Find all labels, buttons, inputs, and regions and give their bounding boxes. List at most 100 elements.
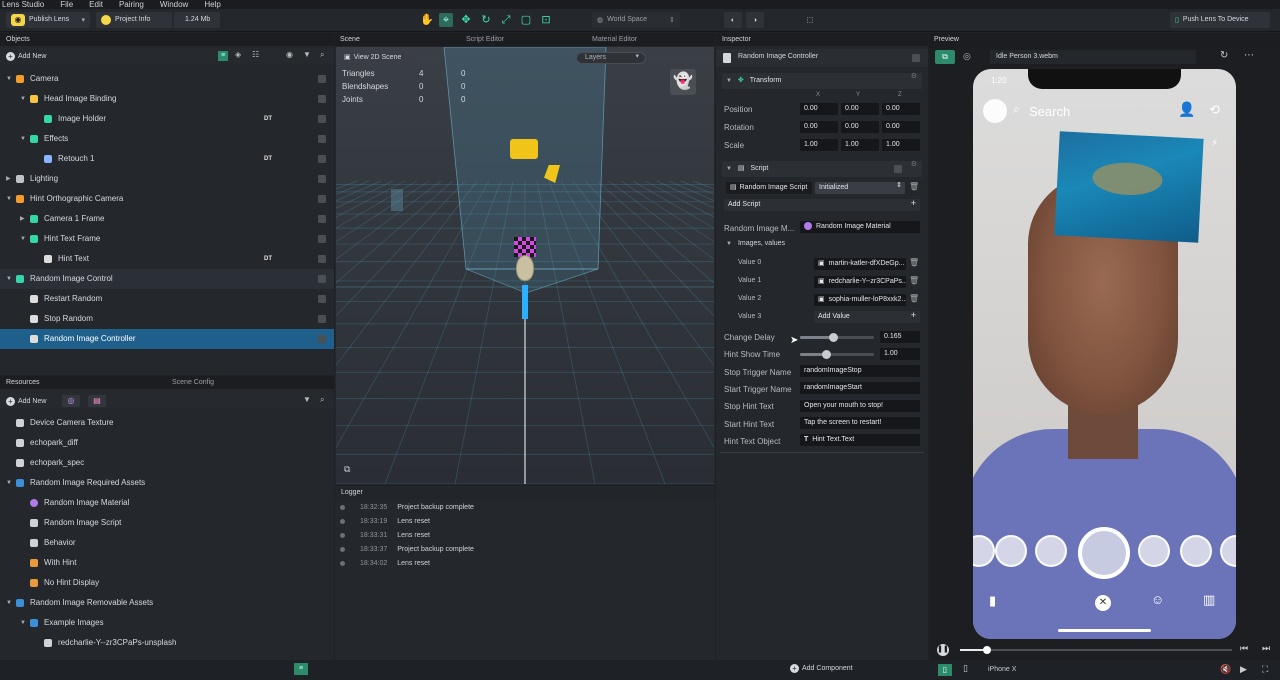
object-tree-row[interactable]: ▼ Random Image Control (0, 269, 334, 289)
mute-icon[interactable]: 🔇 (1220, 665, 1231, 674)
images-values-toggle[interactable]: ▼ Images, values (726, 240, 785, 247)
script-asset-field[interactable]: ▤ Random Image Script (726, 182, 812, 194)
search-icon[interactable]: ⌕ (320, 51, 324, 59)
filter-icon[interactable]: ▼ (303, 396, 311, 404)
resource-row[interactable]: Random Image Script (0, 513, 334, 533)
camera-gizmo-icon[interactable] (510, 139, 538, 159)
search-icon[interactable]: ⌕ (320, 396, 324, 404)
transform-section-header[interactable]: ▼ ✥ Transform ⚙ (722, 73, 922, 89)
list-view-icon[interactable]: ≡ (218, 51, 228, 61)
chevron-down-icon[interactable]: ▼ (6, 269, 12, 289)
tab-material-editor[interactable]: Material Editor (592, 33, 637, 46)
chevron-right-icon[interactable]: ▶ (6, 169, 11, 189)
trash-icon[interactable]: 🗑 (909, 295, 919, 303)
resource-row[interactable]: Behavior (0, 533, 334, 553)
resource-row[interactable]: With Hint (0, 553, 334, 573)
import-icon[interactable]: ▤ (88, 395, 106, 407)
rotation-y-field[interactable]: 0.00 (841, 121, 879, 133)
object-tree-row[interactable]: ▼ Hint Orthographic Camera (0, 189, 334, 209)
object-tree-row[interactable]: ▶ Camera 1 Frame (0, 209, 334, 229)
object-enabled-checkbox[interactable] (318, 195, 326, 203)
image-value-field[interactable]: ▣ martin-katler-dfXDeGp... (814, 258, 906, 270)
chevron-down-icon[interactable]: ▼ (20, 89, 26, 109)
close-lens-icon[interactable]: ✕ (1095, 595, 1111, 611)
position-y-field[interactable]: 0.00 (841, 103, 879, 115)
gizmo-settings-icon[interactable]: ⧉ (344, 465, 350, 474)
menu-edit[interactable]: Edit (87, 0, 105, 9)
resource-row[interactable]: ▼ Example Images (0, 613, 334, 633)
hint-text-object-field[interactable]: T Hint Text.Text (800, 434, 920, 446)
playback-track[interactable] (960, 646, 1232, 654)
object-enabled-checkbox[interactable] (318, 75, 326, 83)
device-select[interactable]: iPhone X (988, 666, 1016, 673)
tab-resources[interactable]: Resources (6, 376, 39, 389)
project-info-button[interactable]: Project Info (96, 12, 172, 28)
object-enabled-checkbox[interactable] (318, 135, 326, 143)
resource-row[interactable]: ▼ Random Image Removable Assets (0, 593, 334, 613)
object-tree-row[interactable]: ▼ Head Image Binding (0, 89, 334, 109)
memories-icon[interactable]: ▮ (989, 594, 996, 607)
scale-x-field[interactable]: 1.00 (800, 139, 838, 151)
chevron-down-icon[interactable]: ▼ (6, 189, 12, 209)
refresh-icon[interactable]: ↻ (1220, 51, 1228, 61)
object-enabled-checkbox[interactable] (318, 175, 326, 183)
pair-button[interactable]: ◑ (746, 12, 764, 28)
head-mesh-gizmo[interactable] (516, 255, 534, 281)
chevron-down-icon[interactable]: ▼ (6, 69, 12, 89)
tab-scene[interactable]: Scene (340, 33, 360, 46)
filter-icon[interactable]: ▼ (303, 51, 311, 59)
playback-handle[interactable] (983, 646, 992, 654)
layers-select[interactable]: Layers ▾ (576, 52, 646, 64)
lens-carousel-item[interactable] (1035, 535, 1067, 567)
object-tree-row[interactable]: ▼ Hint Text Frame (0, 229, 334, 249)
flip-camera-icon[interactable]: ⟲ (1209, 103, 1220, 116)
start-trigger-field[interactable]: randomImageStart (800, 382, 920, 394)
push-lens-button[interactable]: ▯ Push Lens To Device (1170, 12, 1270, 28)
stop-hint-field[interactable]: Open your mouth to stop! (800, 400, 920, 412)
trash-icon[interactable]: 🗑 (909, 277, 919, 285)
object-enabled-checkbox[interactable] (318, 155, 326, 163)
preview-mode-icon[interactable]: ⧉ (935, 50, 955, 64)
chevron-down-icon[interactable]: ▼ (726, 78, 732, 84)
device-frame-icon[interactable]: ▯ (938, 664, 952, 676)
crop-icon[interactable]: ⛶ (1262, 665, 1268, 674)
snapchat-ghost-icon[interactable]: 👻 (670, 69, 696, 95)
person-source-icon[interactable]: ◎ (963, 52, 971, 61)
chevron-down-icon[interactable]: ▼ (20, 129, 26, 149)
more-icon[interactable]: ⋯ (1244, 51, 1254, 61)
position-z-field[interactable]: 0.00 (882, 103, 920, 115)
change-delay-field[interactable]: 0.165 (880, 331, 920, 343)
select-tool-icon[interactable]: ⌖ (439, 13, 453, 27)
publish-lens-button[interactable]: ◉ Publish Lens ▾ (6, 12, 90, 28)
chevron-down-icon[interactable]: ▼ (6, 473, 12, 493)
menu-file[interactable]: File (58, 0, 75, 9)
image-holder-gizmo[interactable] (514, 237, 536, 257)
preview-video-select[interactable]: Idle Person 3.webm (990, 50, 1196, 64)
object-enabled-checkbox[interactable] (318, 295, 326, 303)
object-tree-row[interactable]: Random Image Controller (0, 329, 334, 349)
settings-gear-icon[interactable]: ⚙ (911, 73, 917, 80)
menu-help[interactable]: Help (202, 0, 222, 9)
scene-viewport[interactable]: ▣ View 2D Scene Layers ▾ 👻 Triangles 4 0 Blen… (336, 47, 714, 484)
script-enabled-checkbox[interactable] (894, 165, 902, 173)
trash-icon[interactable]: 🗑 (909, 183, 919, 191)
tab-scene-config[interactable]: Scene Config (172, 376, 214, 389)
chevron-right-icon[interactable]: ▶ (20, 209, 25, 229)
script-section-header[interactable]: ▼ ▤ Script ⚙ (722, 161, 922, 177)
chevron-down-icon[interactable]: ▼ (20, 613, 26, 633)
hierarchy-icon[interactable]: ☷ (252, 51, 259, 59)
chevron-down-icon[interactable]: ▼ (20, 229, 26, 249)
move-tool-icon[interactable]: ✥ (459, 13, 473, 27)
resource-row[interactable]: ▼ Random Image Required Assets (0, 473, 334, 493)
object-tree-row[interactable]: Stop Random (0, 309, 334, 329)
object-tree-row[interactable]: ▶ Lighting (0, 169, 334, 189)
pause-icon[interactable]: ❚❚ (937, 644, 949, 656)
resource-row[interactable]: echopark_spec (0, 453, 334, 473)
stop-trigger-field[interactable]: randomImageStop (800, 365, 920, 377)
object-enabled-checkbox[interactable] (318, 115, 326, 123)
object-tree-row[interactable]: Restart Random (0, 289, 334, 309)
object-enabled-checkbox[interactable] (318, 275, 326, 283)
resources-list-view-icon[interactable]: ≡ (294, 663, 308, 675)
objects-add-new-button[interactable]: + Add New (6, 50, 46, 62)
flash-icon[interactable]: ⚡ (1211, 139, 1218, 149)
